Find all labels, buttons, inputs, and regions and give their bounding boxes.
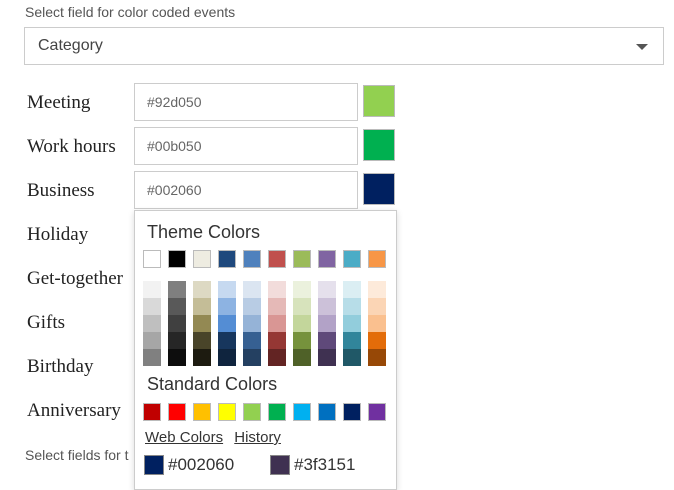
theme-shade-cell[interactable] [218, 332, 236, 349]
theme-shade-cell[interactable] [193, 349, 211, 366]
standard-color-cell[interactable] [168, 403, 186, 421]
bottom-label: Select fields for t [25, 447, 129, 463]
theme-shade-cell[interactable] [293, 349, 311, 366]
row-label-meeting: Meeting [27, 92, 91, 113]
work-hours-color-swatch[interactable] [363, 129, 395, 161]
theme-shade-cell[interactable] [268, 315, 286, 332]
theme-shade-cell[interactable] [368, 315, 386, 332]
theme-shade-cell[interactable] [318, 332, 336, 349]
standard-color-cell[interactable] [268, 403, 286, 421]
theme-shade-cell[interactable] [218, 349, 236, 366]
standard-color-cell[interactable] [293, 403, 311, 421]
theme-color-cell[interactable] [343, 250, 361, 268]
theme-color-cell[interactable] [143, 250, 161, 268]
theme-shade-cell[interactable] [243, 349, 261, 366]
theme-colors-heading: Theme Colors [147, 222, 261, 242]
recent-color-swatch [270, 455, 290, 475]
theme-shade-cell[interactable] [143, 315, 161, 332]
theme-shade-cell[interactable] [343, 315, 361, 332]
theme-shade-cell[interactable] [168, 315, 186, 332]
theme-shade-cell[interactable] [343, 298, 361, 315]
theme-shade-cell[interactable] [243, 315, 261, 332]
business-color-input[interactable] [134, 171, 358, 209]
theme-shade-cell[interactable] [293, 315, 311, 332]
standard-color-cell[interactable] [193, 403, 211, 421]
theme-shade-cell[interactable] [243, 281, 261, 298]
theme-shade-cell[interactable] [193, 281, 211, 298]
theme-shade-cell[interactable] [318, 349, 336, 366]
theme-shade-cell[interactable] [143, 332, 161, 349]
theme-shade-cell[interactable] [268, 281, 286, 298]
recent-color-swatch [144, 455, 164, 475]
theme-shade-cell[interactable] [268, 349, 286, 366]
row-label-anniversary: Anniversary [27, 400, 121, 421]
standard-color-cell[interactable] [368, 403, 386, 421]
theme-shade-cell[interactable] [193, 315, 211, 332]
row-label-holiday: Holiday [27, 224, 89, 245]
standard-color-cell[interactable] [243, 403, 261, 421]
theme-shade-cell[interactable] [368, 298, 386, 315]
theme-shade-cell[interactable] [293, 281, 311, 298]
category-select-value: Category [38, 37, 103, 54]
theme-shade-cell[interactable] [368, 332, 386, 349]
web-colors-link[interactable]: Web Colors [145, 429, 223, 446]
theme-shade-cell[interactable] [293, 332, 311, 349]
theme-shade-cell[interactable] [143, 349, 161, 366]
theme-color-cell[interactable] [243, 250, 261, 268]
theme-shade-cell[interactable] [218, 281, 236, 298]
theme-color-cell[interactable] [368, 250, 386, 268]
theme-shade-cell[interactable] [318, 315, 336, 332]
theme-shade-cell[interactable] [343, 332, 361, 349]
theme-shade-cell[interactable] [343, 281, 361, 298]
recent-color-label: #002060 [168, 455, 235, 474]
theme-shade-cell[interactable] [268, 298, 286, 315]
theme-shade-cell[interactable] [168, 298, 186, 315]
row-label-birthday: Birthday [27, 356, 94, 377]
theme-shade-cell[interactable] [343, 349, 361, 366]
business-color-swatch[interactable] [363, 173, 395, 205]
meeting-color-swatch[interactable] [363, 85, 395, 117]
theme-shade-cell[interactable] [218, 298, 236, 315]
theme-color-cell[interactable] [193, 250, 211, 268]
theme-shade-cell[interactable] [193, 298, 211, 315]
history-link[interactable]: History [234, 429, 281, 446]
theme-shade-cell[interactable] [318, 281, 336, 298]
theme-shade-cell[interactable] [368, 349, 386, 366]
theme-shade-cell[interactable] [318, 298, 336, 315]
picker-links: Web Colors History [145, 429, 288, 446]
chevron-down-icon [636, 44, 648, 50]
top-label: Select field for color coded events [25, 4, 236, 20]
theme-color-cell[interactable] [168, 250, 186, 268]
standard-color-cell[interactable] [318, 403, 336, 421]
theme-shade-cell[interactable] [143, 281, 161, 298]
theme-shade-cell[interactable] [368, 281, 386, 298]
theme-shade-cell[interactable] [143, 298, 161, 315]
standard-colors-heading: Standard Colors [147, 374, 278, 394]
standard-color-cell[interactable] [218, 403, 236, 421]
theme-color-cell[interactable] [318, 250, 336, 268]
meeting-color-input[interactable] [134, 83, 358, 121]
theme-color-cell[interactable] [218, 250, 236, 268]
row-label-business: Business [27, 180, 95, 201]
theme-color-cell[interactable] [268, 250, 286, 268]
standard-color-cell[interactable] [343, 403, 361, 421]
row-label-get-together: Get-together [27, 268, 124, 289]
theme-shade-cell[interactable] [168, 332, 186, 349]
theme-shade-cell[interactable] [168, 349, 186, 366]
row-label-work-hours: Work hours [27, 136, 116, 157]
recent-color-label: #3f3151 [294, 455, 356, 474]
theme-color-cell[interactable] [293, 250, 311, 268]
category-select[interactable]: Category [24, 27, 664, 65]
theme-shade-cell[interactable] [243, 332, 261, 349]
work-hours-color-input[interactable] [134, 127, 358, 165]
standard-color-cell[interactable] [143, 403, 161, 421]
theme-shade-cell[interactable] [168, 281, 186, 298]
row-label-gifts: Gifts [27, 312, 65, 333]
theme-shade-cell[interactable] [243, 298, 261, 315]
theme-shade-cell[interactable] [268, 332, 286, 349]
theme-shade-cell[interactable] [218, 315, 236, 332]
color-picker-popup: Theme Colors Standard Colors Web Colors … [134, 210, 397, 490]
theme-shade-cell[interactable] [193, 332, 211, 349]
theme-shade-cell[interactable] [293, 298, 311, 315]
